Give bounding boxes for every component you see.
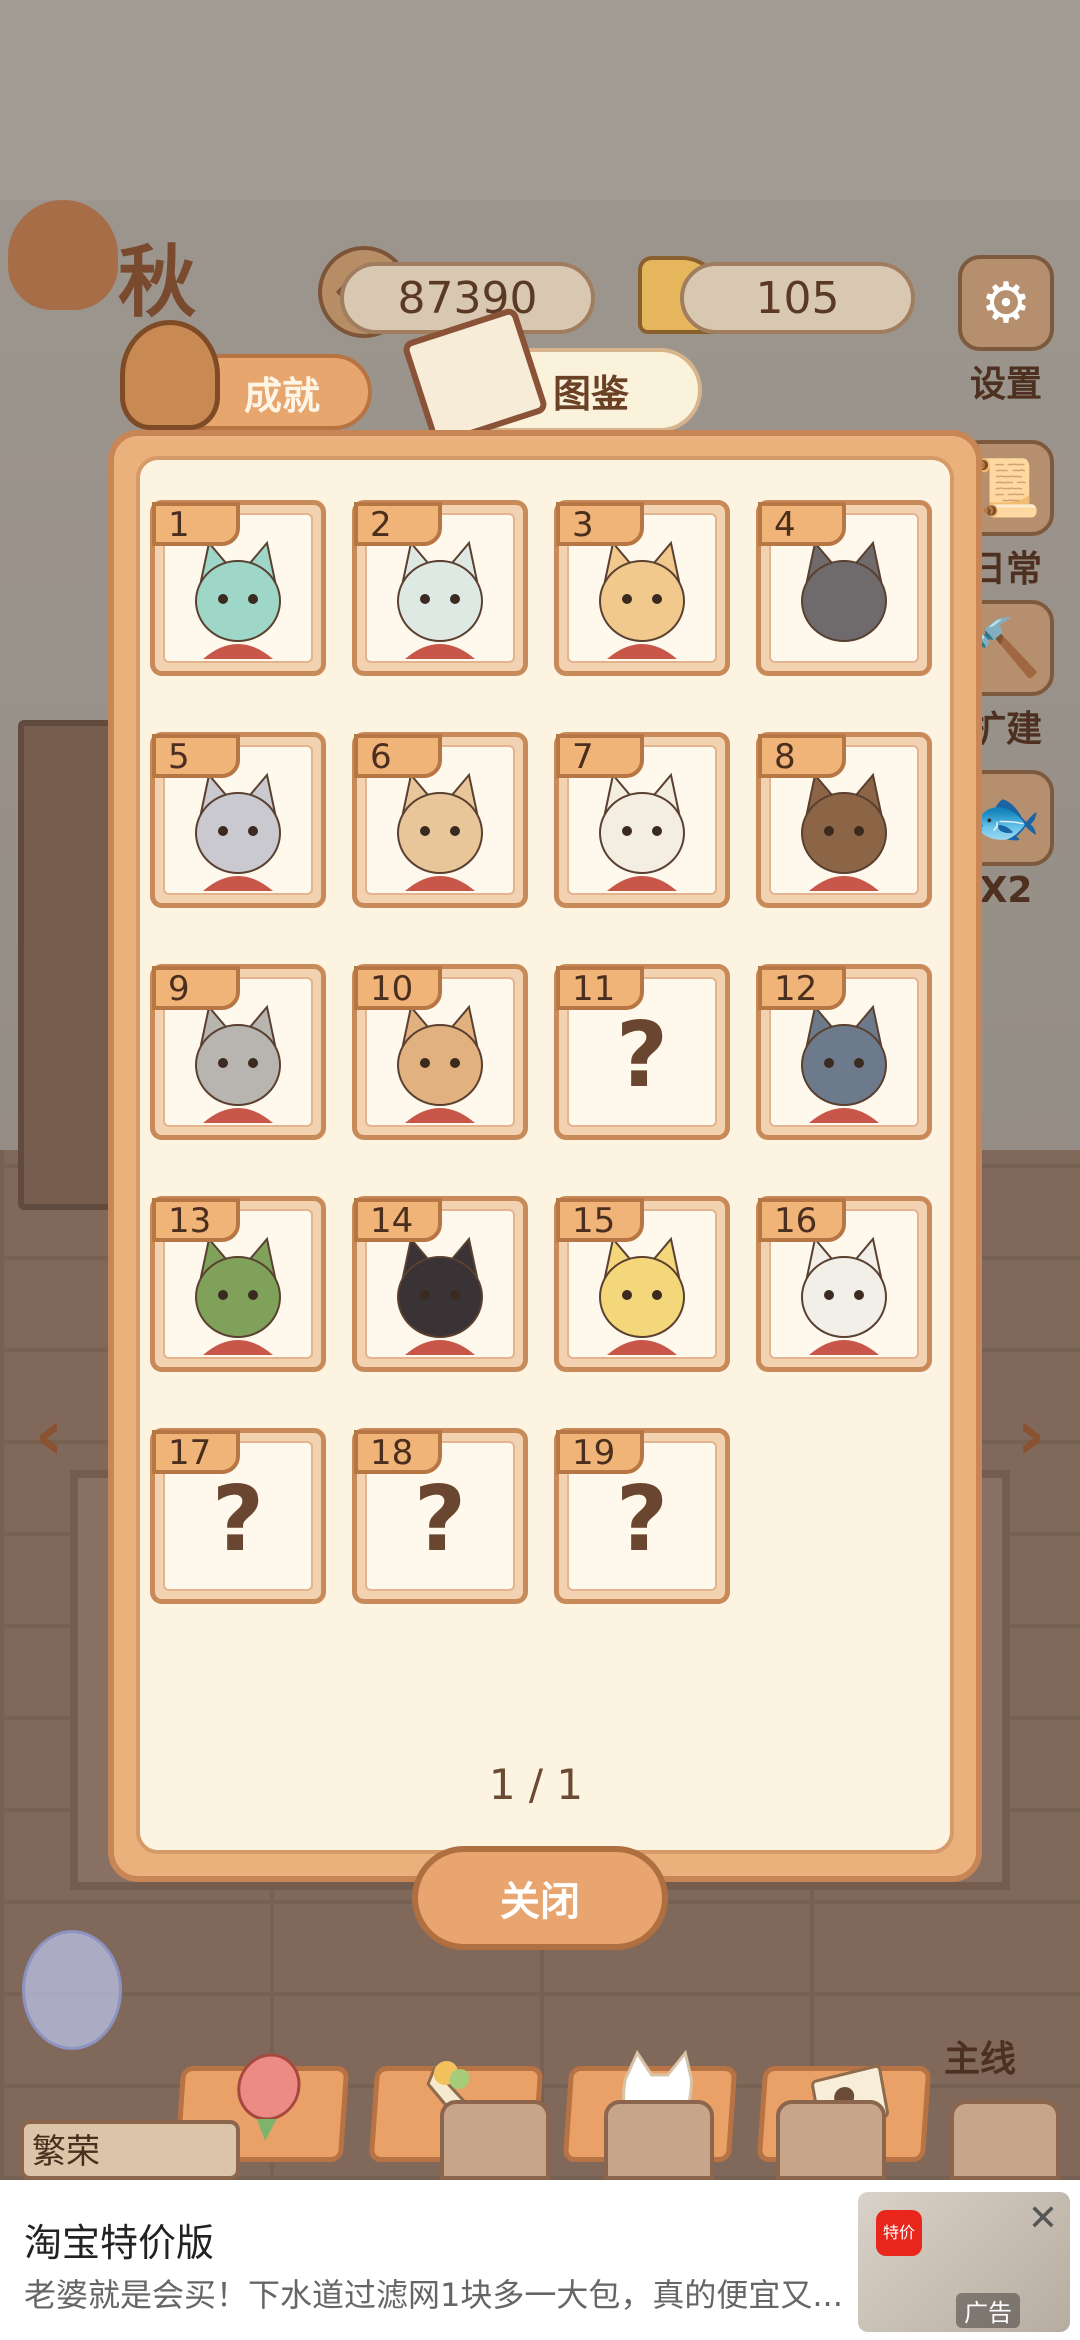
- raccoon-icon: [195, 1004, 281, 1123]
- card-number: 16: [758, 1198, 846, 1242]
- ad-banner[interactable]: 淘宝特价版 老婆就是会买！下水道过滤网1块多一大包，真的便宜又... 特价 ✕ …: [0, 2180, 1080, 2340]
- card-number: 1: [152, 502, 240, 546]
- card-number: 17: [152, 1430, 240, 1474]
- unknown-character-mark: ?: [615, 1003, 669, 1108]
- ad-tag: 广告: [956, 2293, 1020, 2328]
- season-badge: 秋: [8, 190, 238, 340]
- card-number: 11: [556, 966, 644, 1010]
- shop-icon[interactable]: [440, 2100, 550, 2180]
- fox-dog-icon: [397, 1004, 483, 1123]
- close-icon[interactable]: ✕: [1028, 2198, 1058, 2239]
- tab-achievements-label: 成就: [243, 373, 320, 418]
- card-number: 6: [354, 734, 442, 778]
- butterfly-icon: [22, 1930, 122, 2050]
- card-number: 12: [758, 966, 846, 1010]
- stall-icon[interactable]: [604, 2100, 714, 2180]
- collection-card-1[interactable]: 1: [150, 500, 326, 676]
- cowboy-frog-icon: [195, 1236, 281, 1355]
- prev-arrow-icon[interactable]: ‹: [14, 1400, 84, 1470]
- card-number: 8: [758, 734, 846, 778]
- mouse-top-hat-icon: [397, 772, 483, 891]
- collection-card-2[interactable]: 2: [352, 500, 528, 676]
- collection-card-6[interactable]: 6: [352, 732, 528, 908]
- alpaca-icon: [599, 1236, 685, 1355]
- trophy-bottom-icon[interactable]: [950, 2100, 1060, 2180]
- collection-card-17[interactable]: ? 17: [150, 1428, 326, 1604]
- card-number: 9: [152, 966, 240, 1010]
- double-label: X2: [979, 870, 1033, 911]
- card-number: 13: [152, 1198, 240, 1242]
- next-arrow-icon[interactable]: ›: [996, 1400, 1066, 1470]
- crow-hood-icon: [397, 1236, 483, 1355]
- settings-label: 设置: [969, 364, 1042, 405]
- settings-button[interactable]: ⚙ 设置: [950, 255, 1062, 407]
- green-bird-icon: [195, 540, 281, 659]
- card-number: 4: [758, 502, 846, 546]
- collection-panel: 1 2 3 4 5 6 7 8 9 10? 11 12 13 14 15 16? 17? 18? 19 1 / 1: [108, 430, 982, 2162]
- collection-card-15[interactable]: 15: [554, 1196, 730, 1372]
- collection-card-9[interactable]: 9: [150, 964, 326, 1140]
- ad-logo: 特价: [876, 2210, 922, 2256]
- collection-card-18[interactable]: ? 18: [352, 1428, 528, 1604]
- card-number: 15: [556, 1198, 644, 1242]
- card-number: 18: [354, 1430, 442, 1474]
- mainline-label[interactable]: 主线: [944, 2030, 1016, 2082]
- collection-card-8[interactable]: 8: [756, 732, 932, 908]
- fruitful-button[interactable]: 繁荣: [20, 2120, 240, 2180]
- cheese-currency: 105: [680, 262, 915, 334]
- collection-card-16[interactable]: 16: [756, 1196, 932, 1372]
- page-indicator: 1 / 1: [488, 1760, 584, 1809]
- unicorn-deer-icon: [599, 540, 685, 659]
- fruitful-label: 繁荣: [32, 2132, 100, 2172]
- collection-card-19[interactable]: ? 19: [554, 1428, 730, 1604]
- unknown-character-mark: ?: [615, 1467, 669, 1572]
- card-number: 19: [556, 1430, 644, 1474]
- collection-card-12[interactable]: 12: [756, 964, 932, 1140]
- ad-title: 淘宝特价版: [24, 2221, 215, 2265]
- collection-card-7[interactable]: 7: [554, 732, 730, 908]
- card-number: 7: [556, 734, 644, 778]
- collection-card-11[interactable]: ? 11: [554, 964, 730, 1140]
- card-number: 5: [152, 734, 240, 778]
- collection-card-13[interactable]: 13: [150, 1196, 326, 1372]
- gray-wolf-icon: [801, 1004, 887, 1123]
- gear-icon: ⚙: [958, 255, 1054, 351]
- brown-bear-icon: [801, 772, 887, 891]
- card-number: 2: [354, 502, 442, 546]
- trophy-icon: [120, 320, 220, 430]
- close-button[interactable]: 关闭: [412, 1846, 668, 1950]
- tree-icon: [8, 200, 118, 310]
- card-number: 14: [354, 1198, 442, 1242]
- card-number: 3: [556, 502, 644, 546]
- ad-description: 老婆就是会买！下水道过滤网1块多一大包，真的便宜又...: [24, 2276, 843, 2314]
- collection-card-5[interactable]: 5: [150, 732, 326, 908]
- gray-cat-icon: [195, 772, 281, 891]
- cart-icon[interactable]: [776, 2100, 886, 2180]
- collection-card-4[interactable]: 4: [756, 500, 932, 676]
- bear-silhouette-icon: [801, 540, 887, 642]
- collection-card-3[interactable]: 3: [554, 500, 730, 676]
- collection-card-10[interactable]: 10: [352, 964, 528, 1140]
- ad-image: 特价 ✕ 广告: [858, 2192, 1070, 2332]
- close-button-label: 关闭: [500, 1879, 580, 1925]
- card-number: 10: [354, 966, 442, 1010]
- white-dragon-icon: [397, 540, 483, 659]
- white-rabbit-icon: [599, 772, 685, 891]
- collection-grid: 1 2 3 4 5 6 7 8 9 10? 11 12 13 14 15 16? 17? 18? 19: [136, 456, 954, 1854]
- unknown-character-mark: ?: [211, 1467, 265, 1572]
- unknown-character-mark: ?: [413, 1467, 467, 1572]
- season-label: 秋: [118, 237, 197, 328]
- white-fox-icon: [801, 1236, 887, 1355]
- collection-card-14[interactable]: 14: [352, 1196, 528, 1372]
- tab-collection-label: 图鉴: [552, 371, 629, 416]
- cheese-count: 105: [755, 272, 840, 324]
